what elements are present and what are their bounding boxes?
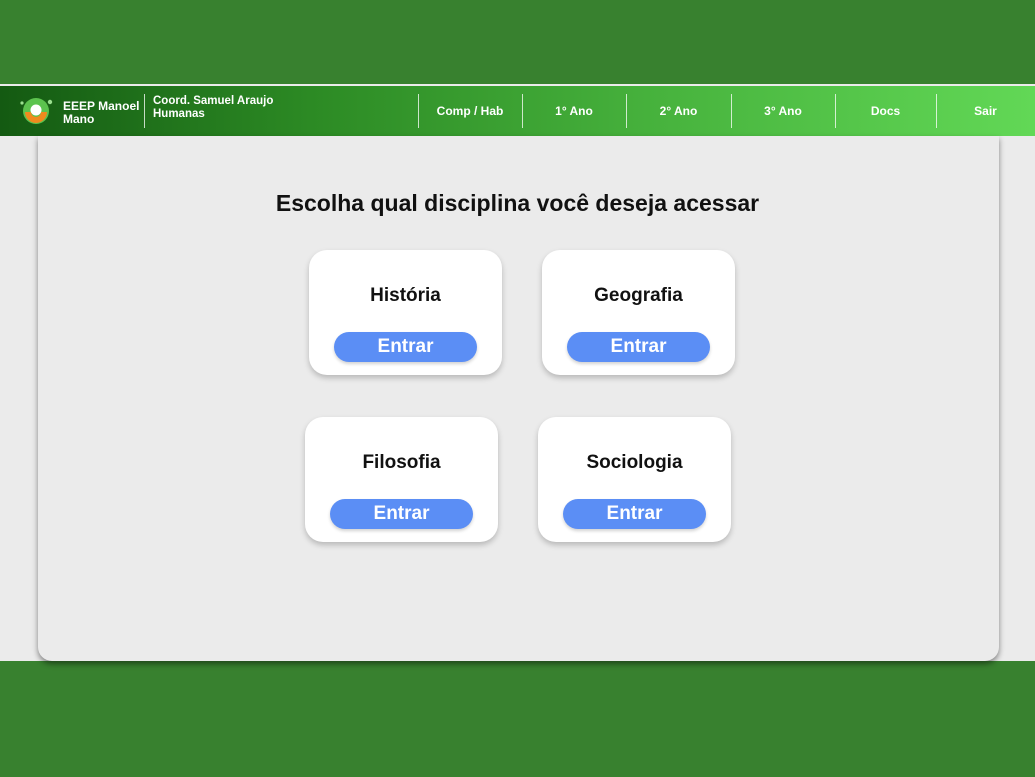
nav-1-ano[interactable]: 1° Ano <box>522 86 626 136</box>
subject-card-filosofia: Filosofia Entrar <box>305 417 498 542</box>
subject-card-geografia: Geografia Entrar <box>542 250 735 375</box>
subject-name: Geografia <box>594 285 683 306</box>
enter-filosofia-button[interactable]: Entrar <box>330 499 473 529</box>
coordinator-name: Coord. Samuel Araujo <box>153 95 274 107</box>
top-navbar: EEEP Manoel Mano Coord. Samuel Araujo Hu… <box>0 86 1035 136</box>
enter-geografia-button[interactable]: Entrar <box>567 332 710 362</box>
nav-2-ano[interactable]: 2° Ano <box>626 86 731 136</box>
subject-card-historia: História Entrar <box>309 250 502 375</box>
page-title: Escolha qual disciplina você deseja aces… <box>275 190 760 216</box>
subject-name: História <box>370 285 441 306</box>
enter-historia-button[interactable]: Entrar <box>334 332 477 362</box>
coordinator-area: Humanas <box>153 108 205 120</box>
school-name: EEEP Manoel Mano <box>63 99 140 126</box>
nav-comp-hab[interactable]: Comp / Hab <box>418 86 522 136</box>
subject-name: Filosofia <box>362 452 441 473</box>
coordinator-info: Coord. Samuel Araujo Humanas <box>153 95 273 121</box>
school-logo-icon <box>18 96 54 126</box>
subject-name: Sociologia <box>586 452 683 473</box>
subject-card-sociologia: Sociologia Entrar <box>538 417 731 542</box>
header-divider <box>144 94 145 128</box>
nav-docs[interactable]: Docs <box>835 86 936 136</box>
nav-sair[interactable]: Sair <box>936 86 1035 136</box>
nav-3-ano[interactable]: 3° Ano <box>731 86 835 136</box>
enter-sociologia-button[interactable]: Entrar <box>563 499 706 529</box>
